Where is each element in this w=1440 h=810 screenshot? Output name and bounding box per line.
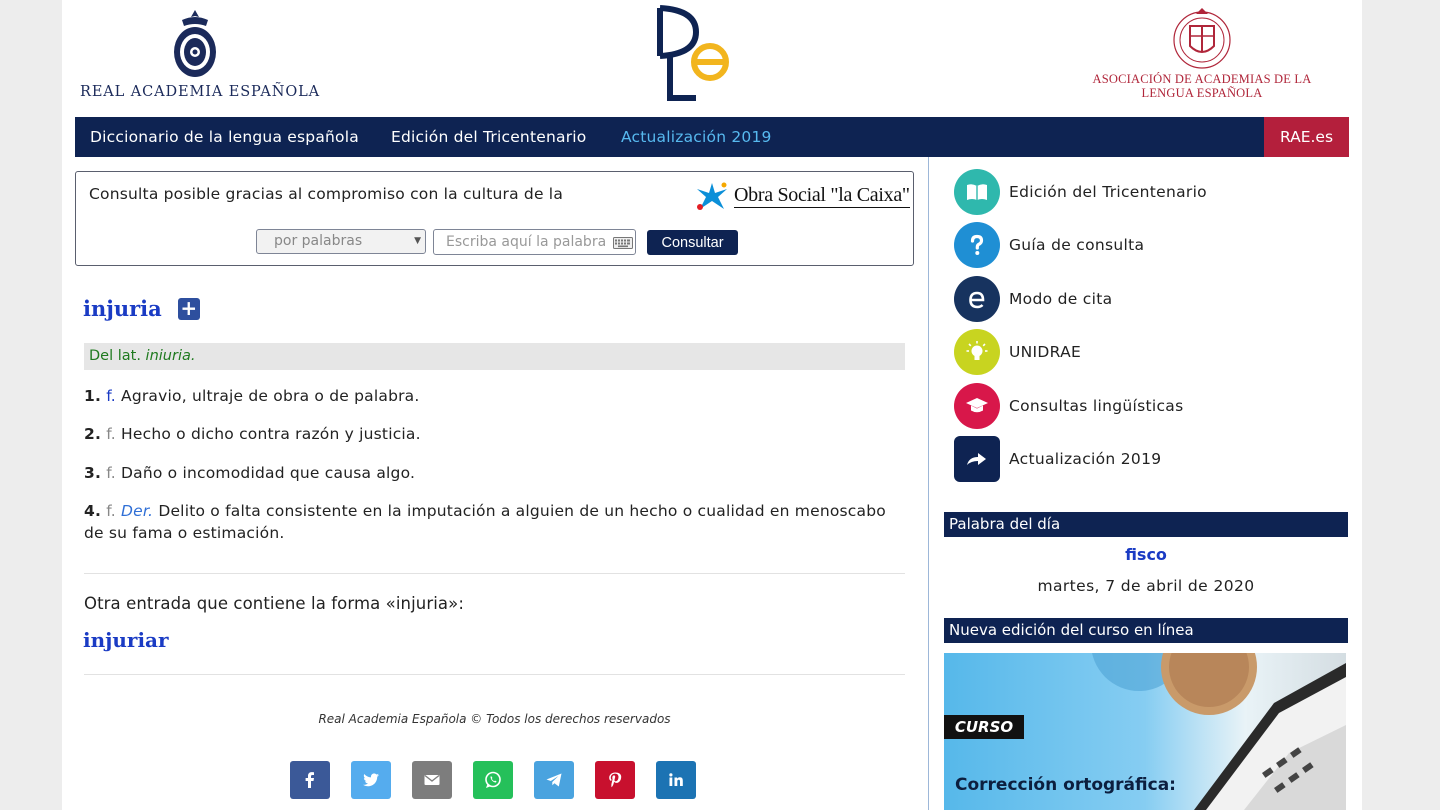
sidebar-link-label: Edición del Tricentenario — [1009, 183, 1207, 201]
consultar-button[interactable]: Consultar — [647, 230, 738, 255]
sidebar-link-guia[interactable]: Guía de consulta — [954, 222, 1144, 268]
asale-name-line1: ASOCIACIÓN DE ACADEMIAS DE LA — [1092, 72, 1312, 86]
share-buttons — [290, 761, 717, 799]
e-letter-icon — [954, 276, 1000, 322]
sidebar-link-actualizacion[interactable]: Actualización 2019 — [954, 436, 1161, 482]
rae-name: REAL ACADEMIA ESPAÑOLA — [80, 84, 321, 100]
linkedin-icon — [669, 773, 683, 786]
sidebar-link-label: Modo de cita — [1009, 290, 1113, 308]
sponsor-text: Consulta posible gracias al compromiso c… — [89, 185, 564, 203]
sense-4: 4. f. Der. Delito o falta consistente en… — [84, 500, 899, 544]
main-nav: Diccionario de la lengua española Edició… — [75, 117, 1349, 157]
graduation-cap-icon — [954, 383, 1000, 429]
sense-text: Daño o incomodidad que causa algo. — [121, 464, 416, 482]
keyboard-icon[interactable] — [613, 237, 633, 249]
course-name: Corrección ortográfica: — [955, 775, 1176, 795]
sense-number: 2. — [84, 425, 102, 443]
nav-item-actualizacion[interactable]: Actualización 2019 — [621, 117, 772, 157]
sense-2: 2. f. Hecho o dicho contra razón y justi… — [84, 423, 899, 445]
sense-1: 1. f. Agravio, ultraje de obra o de pala… — [84, 385, 899, 407]
search-mode-select[interactable]: por palabras ▼ — [256, 229, 426, 254]
sense-abbreviation[interactable]: Der. — [121, 502, 153, 520]
telegram-icon — [546, 773, 562, 787]
etymology-word: iniuria. — [145, 348, 196, 364]
page: REAL ACADEMIA ESPAÑOLA ASOCIACIÓN DE ACA… — [62, 0, 1362, 810]
rae-logo[interactable]: REAL ACADEMIA ESPAÑOLA — [80, 8, 321, 100]
share-facebook-button[interactable] — [290, 761, 330, 799]
other-entry-text: Otra entrada que contiene la forma «inju… — [84, 594, 464, 613]
nav-item-diccionario[interactable]: Diccionario de la lengua española — [90, 117, 359, 157]
sense-text: Delito o falta consistente en la imputac… — [84, 502, 886, 542]
sidebar-link-unidrae[interactable]: UNIDRAE — [954, 329, 1081, 375]
sense-number: 4. — [84, 502, 102, 520]
sense-grammar[interactable]: f. — [106, 387, 116, 405]
copyright: Real Academia Española © Todos los derec… — [318, 712, 671, 726]
entry-word: injuria — [83, 296, 162, 321]
word-of-day-date: martes, 7 de abril de 2020 — [1037, 577, 1255, 595]
asale-crest-icon — [1173, 8, 1231, 69]
sense-text: Hecho o dicho contra razón y justicia. — [121, 425, 421, 443]
asale-logo[interactable]: ASOCIACIÓN DE ACADEMIAS DE LA LENGUA ESP… — [1074, 6, 1330, 100]
sense-3: 3. f. Daño o incomodidad que causa algo. — [84, 462, 899, 484]
word-of-day-header: Palabra del día — [944, 512, 1348, 537]
sponsor-name: Obra Social "la Caixa" — [734, 183, 910, 208]
facebook-icon — [305, 772, 314, 788]
sense-text: Agravio, ultraje de obra o de palabra. — [121, 387, 420, 405]
asale-name-line2: LENGUA ESPAÑOLA — [1141, 86, 1263, 100]
sense-grammar[interactable]: f. — [106, 502, 116, 520]
etymology: Del lat. iniuria. — [84, 343, 905, 370]
caixa-star-icon — [697, 182, 727, 210]
question-icon — [954, 222, 1000, 268]
sidebar-link-label: Guía de consulta — [1009, 236, 1145, 254]
whatsapp-icon — [485, 771, 501, 788]
chevron-down-icon: ▼ — [414, 236, 421, 246]
email-icon — [424, 774, 440, 785]
sidebar-link-label: Actualización 2019 — [1009, 450, 1162, 468]
share-whatsapp-button[interactable] — [473, 761, 513, 799]
share-linkedin-button[interactable] — [656, 761, 696, 799]
word-of-day-link[interactable]: fisco — [944, 545, 1348, 564]
forward-arrow-icon — [954, 436, 1000, 482]
share-twitter-button[interactable] — [351, 761, 391, 799]
entry-header: injuria + — [83, 296, 200, 321]
book-icon — [954, 169, 1000, 215]
expand-plus-icon[interactable]: + — [177, 297, 200, 320]
sense-number: 1. — [84, 387, 102, 405]
sense-grammar[interactable]: f. — [106, 464, 116, 482]
sidebar-link-label: Consultas lingüísticas — [1009, 397, 1184, 415]
sidebar-link-modo-cita[interactable]: Modo de cita — [954, 276, 1112, 322]
related-entry-link[interactable]: injuriar — [83, 628, 169, 652]
search-panel: Consulta posible gracias al compromiso c… — [75, 171, 914, 266]
nav-item-tricentenario[interactable]: Edición del Tricentenario — [391, 117, 586, 157]
sidebar-link-consultas[interactable]: Consultas lingüísticas — [954, 383, 1183, 429]
share-email-button[interactable] — [412, 761, 452, 799]
dle-logo[interactable] — [652, 4, 732, 102]
pinterest-icon — [609, 772, 622, 788]
etymology-prefix: Del lat. — [89, 348, 141, 364]
sense-number: 3. — [84, 464, 102, 482]
divider — [84, 674, 905, 675]
lightbulb-icon — [954, 329, 1000, 375]
divider — [84, 573, 905, 574]
column-divider — [928, 157, 929, 810]
sidebar-link-tricentenario[interactable]: Edición del Tricentenario — [954, 169, 1207, 215]
course-banner[interactable]: CURSO Corrección ortográfica: — [944, 653, 1346, 810]
rae-crest-icon — [174, 10, 216, 77]
search-input[interactable] — [433, 229, 636, 255]
course-tag: CURSO — [944, 715, 1024, 739]
sense-grammar[interactable]: f. — [106, 425, 116, 443]
share-pinterest-button[interactable] — [595, 761, 635, 799]
la-caixa-logo[interactable]: Obra Social "la Caixa" — [694, 181, 910, 211]
sidebar-link-label: UNIDRAE — [1009, 343, 1082, 361]
search-mode-value: por palabras — [274, 233, 363, 249]
course-header: Nueva edición del curso en línea — [944, 618, 1348, 643]
twitter-icon — [363, 773, 379, 787]
rae-es-button[interactable]: RAE.es — [1264, 117, 1349, 157]
share-telegram-button[interactable] — [534, 761, 574, 799]
